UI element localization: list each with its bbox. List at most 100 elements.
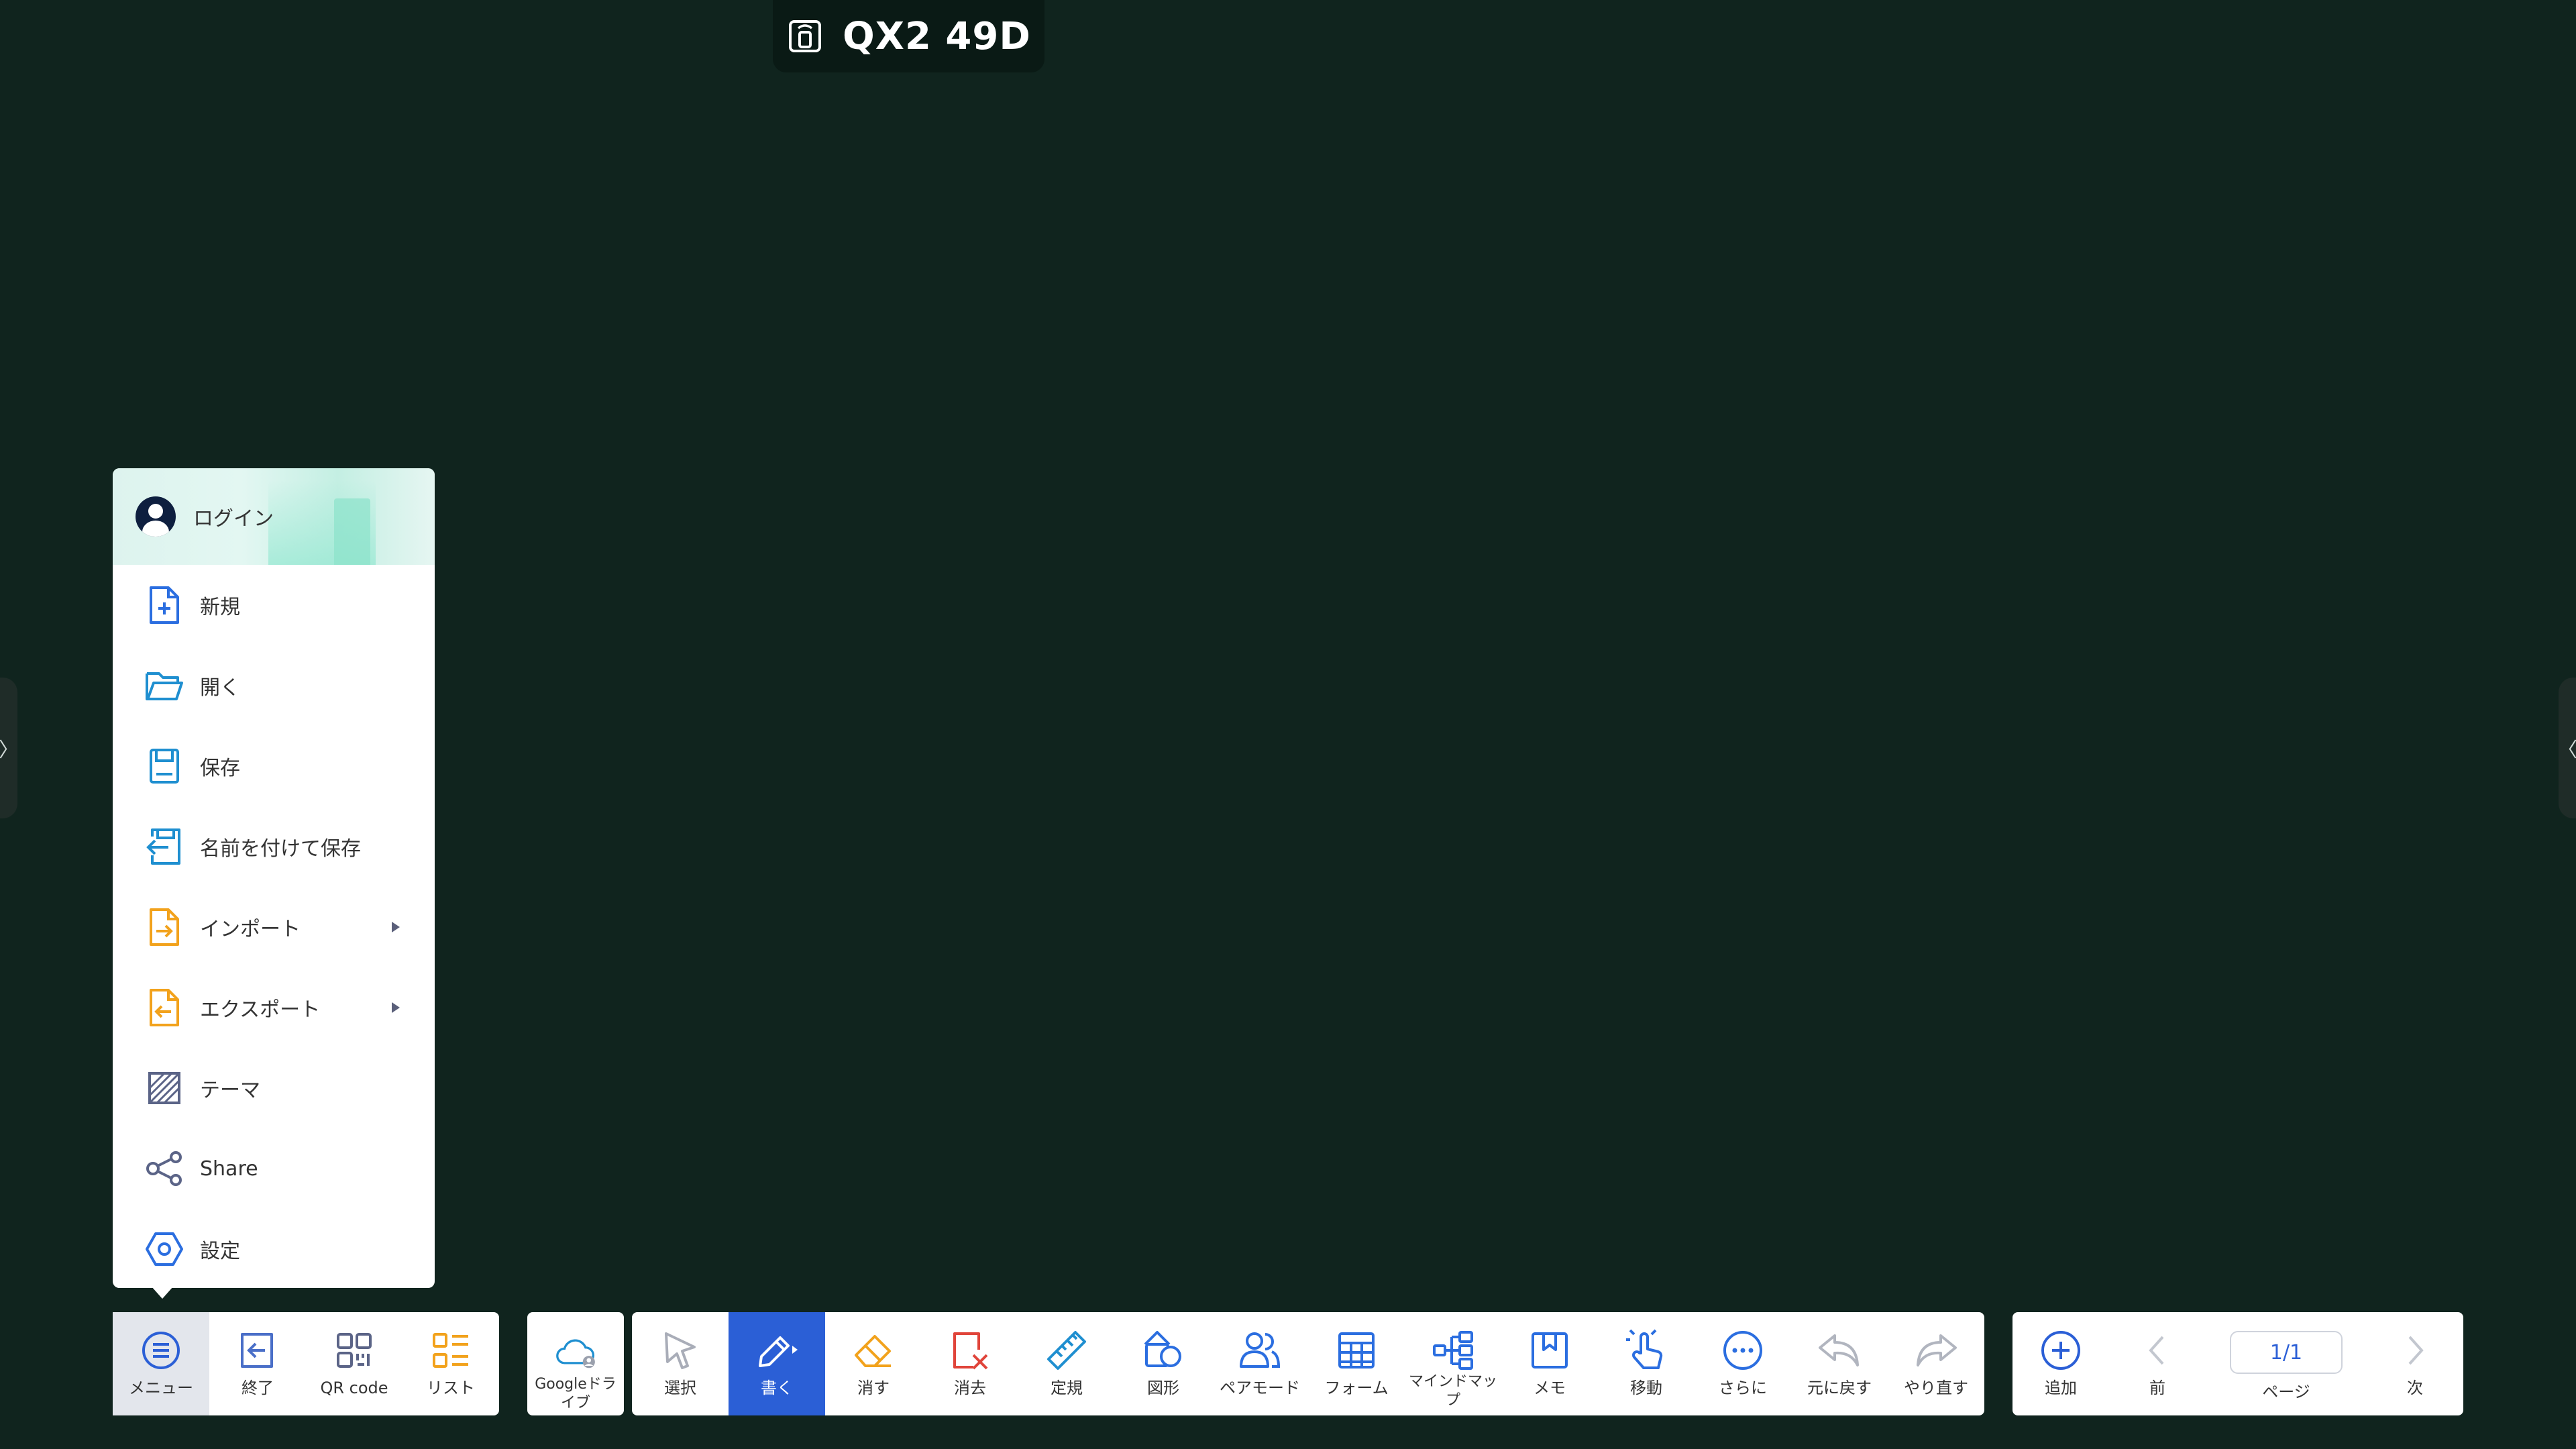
hand-pointer-icon (1624, 1328, 1668, 1373)
menu-icon (139, 1328, 183, 1373)
erase-tool[interactable]: 消す (825, 1312, 922, 1415)
eraser-icon (851, 1328, 896, 1373)
list-icon (429, 1328, 473, 1373)
redo-label: やり直す (1904, 1379, 1968, 1397)
exit-icon (235, 1328, 280, 1373)
submenu-arrow-icon (392, 922, 400, 932)
google-drive-button[interactable]: Googleドライブ (527, 1312, 624, 1415)
erase-label: 消す (857, 1379, 890, 1397)
users-icon (1238, 1328, 1282, 1373)
menu-item-label: 新規 (200, 596, 240, 619)
plus-circle-icon (2039, 1328, 2083, 1373)
list-button[interactable]: リスト (402, 1312, 499, 1415)
more-label: さらに (1719, 1379, 1767, 1397)
import-icon (144, 906, 185, 948)
next-page-button[interactable]: 次 (2367, 1312, 2463, 1415)
select-tool[interactable]: 選択 (632, 1312, 729, 1415)
menu-item-import[interactable]: インポート (113, 887, 435, 967)
pen-icon (755, 1328, 799, 1373)
chevron-right-icon (2393, 1328, 2437, 1373)
form-label: フォーム (1324, 1379, 1389, 1397)
exit-button[interactable]: 終了 (209, 1312, 306, 1415)
next-page-label: 次 (2407, 1379, 2423, 1397)
ruler-icon (1044, 1328, 1089, 1373)
ruler-label: 定規 (1051, 1379, 1083, 1397)
right-side-handle[interactable]: 〈 (2557, 678, 2576, 818)
clear-label: 消去 (954, 1379, 986, 1397)
menu-item-open[interactable]: 開く (113, 645, 435, 726)
folder-open-icon (144, 665, 185, 706)
menu-item-settings[interactable]: 設定 (113, 1209, 435, 1288)
qr-code-icon (332, 1328, 376, 1373)
undo-label: 元に戻す (1807, 1379, 1872, 1397)
write-tool[interactable]: 書く (729, 1312, 825, 1415)
mindmap-label: マインドマップ (1408, 1373, 1497, 1409)
menu-item-new[interactable]: 新規 (113, 565, 435, 645)
ruler-tool[interactable]: 定規 (1018, 1312, 1115, 1415)
menu-item-share[interactable]: Share (113, 1128, 435, 1209)
save-icon (144, 745, 185, 787)
login-row[interactable]: ログイン (113, 468, 435, 565)
avatar (136, 496, 176, 537)
undo-button[interactable]: 元に戻す (1791, 1312, 1888, 1415)
pair-mode-tool[interactable]: ペアモード (1212, 1312, 1308, 1415)
qr-code-button[interactable]: QR code (306, 1312, 402, 1415)
cloud-icon (553, 1331, 598, 1375)
device-name: QX2 49D (843, 14, 1031, 58)
menu-item-theme[interactable]: テーマ (113, 1048, 435, 1128)
menu-item-label: インポート (200, 918, 301, 941)
menu-item-save-as[interactable]: 名前を付けて保存 (113, 806, 435, 887)
prev-page-label: 前 (2149, 1379, 2165, 1397)
submenu-arrow-icon (392, 1002, 400, 1013)
form-tool[interactable]: フォーム (1308, 1312, 1405, 1415)
redo-button[interactable]: やり直す (1888, 1312, 1984, 1415)
prev-page-button[interactable]: 前 (2109, 1312, 2206, 1415)
clear-tool[interactable]: 消去 (922, 1312, 1018, 1415)
chevron-right-icon: 〉 (0, 739, 19, 762)
memo-tool[interactable]: メモ (1501, 1312, 1598, 1415)
menu-item-export[interactable]: エクスポート (113, 967, 435, 1048)
page-number-box[interactable]: 1/1 (2230, 1331, 2343, 1374)
save-as-icon (144, 826, 185, 867)
whiteboard-canvas[interactable]: { "header": { "device_name": "QX2 49D", … (0, 0, 2576, 1449)
menu-item-label: 保存 (200, 757, 240, 780)
add-page-button[interactable]: 追加 (2012, 1312, 2109, 1415)
mindmap-tool[interactable]: マインドマップ (1405, 1312, 1501, 1415)
chevron-left-icon (2135, 1328, 2180, 1373)
toolbar-left: メニュー 終了 QR code リスト (113, 1312, 499, 1415)
shape-tool[interactable]: 図形 (1115, 1312, 1212, 1415)
device-title-bar[interactable]: QX2 49D (773, 0, 1044, 72)
menu-item-label: エクスポート (200, 998, 321, 1022)
more-icon (1721, 1328, 1765, 1373)
move-label: 移動 (1630, 1379, 1662, 1397)
menu-item-label: 設定 (200, 1240, 240, 1263)
menu-item-label: 開く (200, 676, 240, 700)
write-label: 書く (761, 1379, 793, 1397)
share-icon (144, 1148, 185, 1189)
menu-button[interactable]: メニュー (113, 1312, 209, 1415)
cursor-icon (658, 1328, 702, 1373)
page-label: ページ (2262, 1383, 2310, 1401)
screen-share-icon (789, 20, 822, 52)
mindmap-icon (1431, 1328, 1475, 1373)
pair-mode-label: ペアモード (1220, 1379, 1300, 1397)
list-label: リスト (427, 1379, 475, 1397)
header-decoration-bar (334, 498, 370, 565)
memo-icon (1527, 1328, 1572, 1373)
qr-code-label: QR code (320, 1379, 388, 1397)
menu-item-label: 名前を付けて保存 (200, 837, 361, 861)
add-page-label: 追加 (2045, 1379, 2077, 1397)
move-tool[interactable]: 移動 (1598, 1312, 1695, 1415)
exit-label: 終了 (241, 1379, 274, 1397)
redo-icon (1914, 1328, 1958, 1373)
more-tool[interactable]: さらに (1695, 1312, 1791, 1415)
undo-icon (1817, 1328, 1862, 1373)
page-indicator[interactable]: 1/1 ページ (2206, 1312, 2367, 1415)
menu-label: メニュー (129, 1379, 193, 1397)
login-label: ログイン (193, 507, 274, 531)
clear-page-icon (948, 1328, 992, 1373)
menu-item-save[interactable]: 保存 (113, 726, 435, 806)
chevron-left-icon: 〈 (2557, 739, 2576, 762)
export-icon (144, 987, 185, 1028)
left-side-handle[interactable]: 〉 (0, 678, 19, 818)
